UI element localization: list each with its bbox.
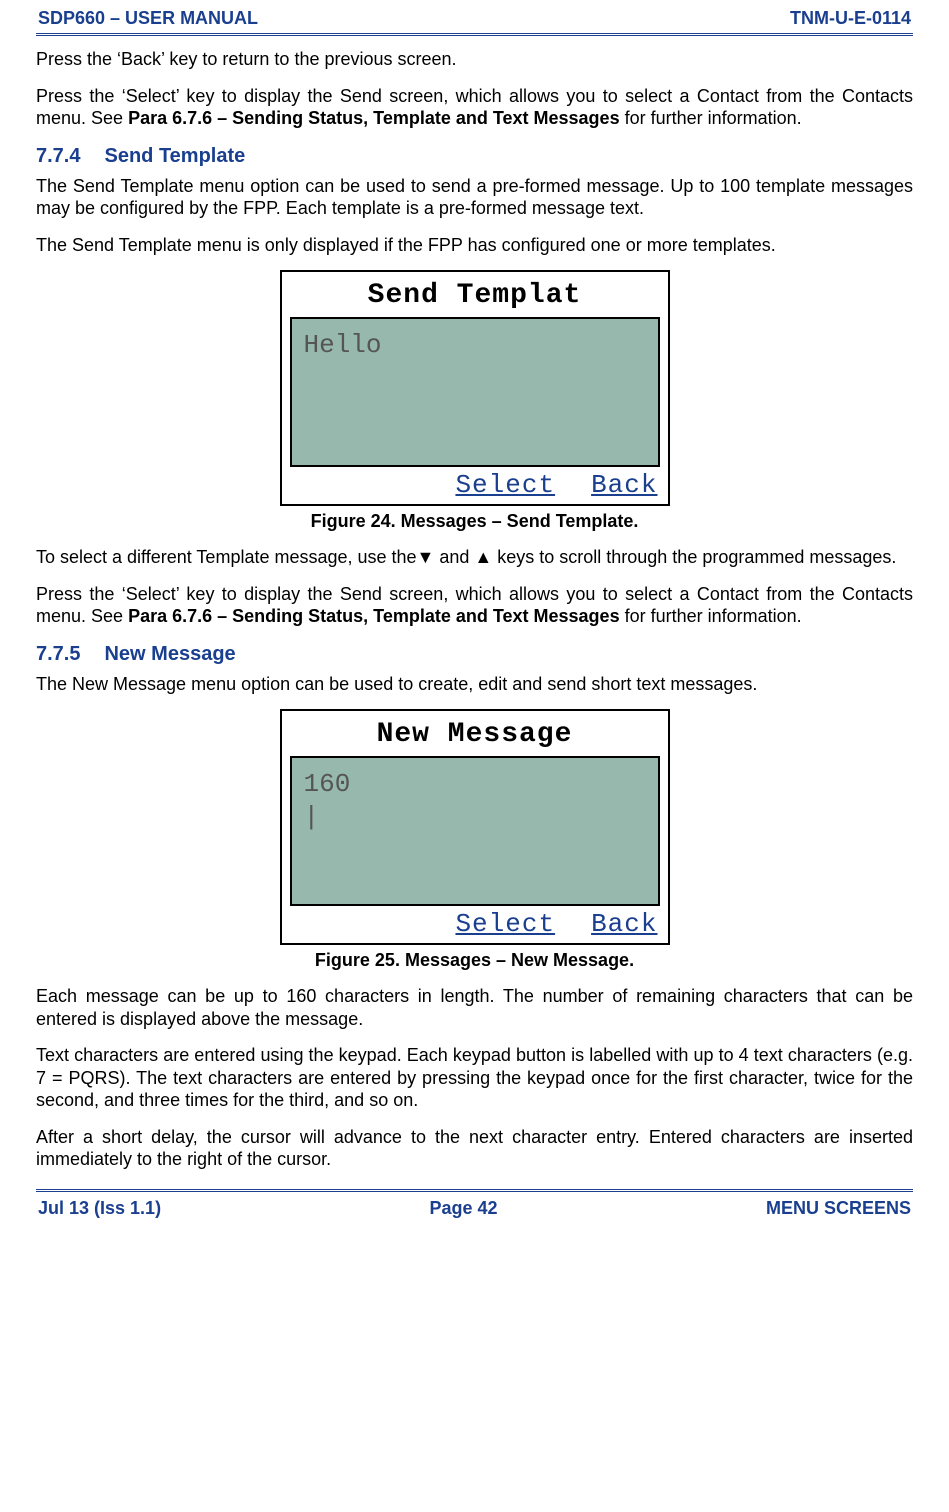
heading-title: New Message [104, 643, 235, 665]
text-cursor: | [304, 801, 646, 834]
softkey-select[interactable]: Select [455, 909, 555, 939]
device-send-template: Send Templat Hello Select Back [280, 270, 670, 506]
softkey-select[interactable]: Select [455, 470, 555, 500]
page-content: Press the ‘Back’ key to return to the pr… [36, 48, 913, 1171]
page-footer: Jul 13 (Iss 1.1) Page 42 MENU SCREENS [36, 1192, 913, 1239]
s774-p3: To select a different Template message, … [36, 546, 913, 569]
softkey-back[interactable]: Back [591, 470, 657, 500]
char-count: 160 [304, 768, 646, 801]
figure-25-caption: Figure 25. Messages – New Message. [36, 949, 913, 972]
device-screen: Hello [290, 317, 660, 467]
s775-p4: After a short delay, the cursor will adv… [36, 1126, 913, 1171]
s774-p4c: for further information. [620, 606, 802, 626]
s774-p2: The Send Template menu is only displayed… [36, 234, 913, 257]
device-screen[interactable]: 160 | [290, 756, 660, 906]
device-list-item[interactable]: Hello [304, 329, 646, 362]
device-title: New Message [290, 717, 660, 752]
heading-number: 7.7.4 [36, 144, 80, 169]
s774-p1: The Send Template menu option can be use… [36, 175, 913, 220]
intro-p2c: for further information. [620, 108, 802, 128]
s775-p3: Text characters are entered using the ke… [36, 1044, 913, 1112]
intro-p2: Press the ‘Select’ key to display the Se… [36, 85, 913, 130]
heading-send-template: 7.7.4 Send Template [36, 144, 913, 169]
figure-24-caption: Figure 24. Messages – Send Template. [36, 510, 913, 533]
device-title: Send Templat [290, 278, 660, 313]
header-divider [36, 33, 913, 36]
intro-p2b: Para 6.7.6 – Sending Status, Template an… [128, 108, 620, 128]
footer-left: Jul 13 (Iss 1.1) [38, 1198, 161, 1219]
device-softkeys: Select Back [290, 467, 660, 502]
footer-right: MENU SCREENS [766, 1198, 911, 1219]
softkey-back[interactable]: Back [591, 909, 657, 939]
heading-number: 7.7.5 [36, 642, 80, 667]
heading-title: Send Template [104, 145, 245, 167]
header-right: TNM-U-E-0114 [790, 8, 911, 29]
device-softkeys: Select Back [290, 906, 660, 941]
heading-new-message: 7.7.5 New Message [36, 642, 913, 667]
s774-p4: Press the ‘Select’ key to display the Se… [36, 583, 913, 628]
intro-p1: Press the ‘Back’ key to return to the pr… [36, 48, 913, 71]
s774-p4b: Para 6.7.6 – Sending Status, Template an… [128, 606, 620, 626]
header-left: SDP660 – USER MANUAL [38, 8, 258, 29]
s775-p2: Each message can be up to 160 characters… [36, 985, 913, 1030]
footer-center: Page 42 [430, 1198, 498, 1219]
page-header: SDP660 – USER MANUAL TNM-U-E-0114 [36, 0, 913, 33]
s775-p1: The New Message menu option can be used … [36, 673, 913, 696]
device-new-message: New Message 160 | Select Back [280, 709, 670, 945]
